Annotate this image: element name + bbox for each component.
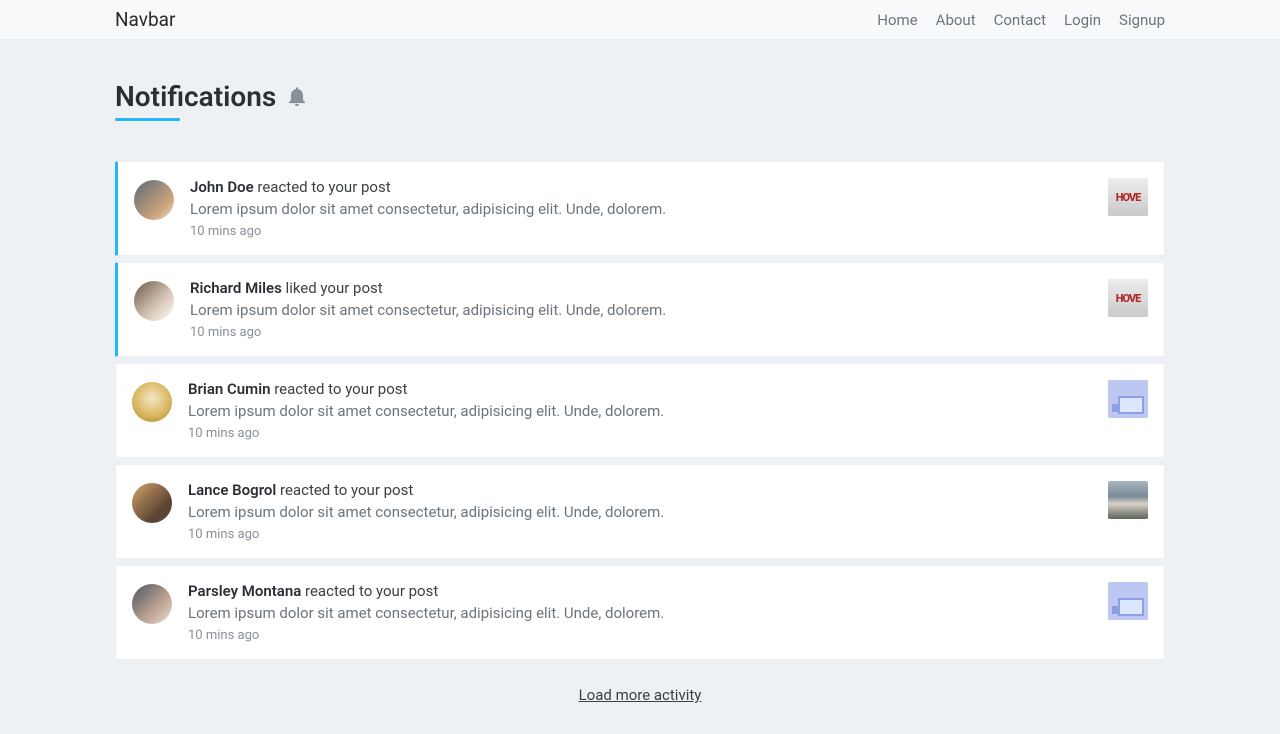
notification-item[interactable]: Richard Miles liked your post Lorem ipsu… bbox=[115, 262, 1165, 357]
notification-thumbnail bbox=[1108, 481, 1148, 519]
notification-thumbnail bbox=[1108, 582, 1148, 620]
notification-body: Brian Cumin reacted to your post Lorem i… bbox=[188, 380, 1092, 441]
notification-item[interactable]: John Doe reacted to your post Lorem ipsu… bbox=[115, 161, 1165, 256]
avatar bbox=[132, 382, 172, 422]
notification-thumbnail bbox=[1108, 178, 1148, 216]
notification-thumbnail bbox=[1108, 279, 1148, 317]
notification-user: Lance Bogrol bbox=[188, 481, 276, 499]
notification-action: reacted to your post bbox=[305, 582, 438, 600]
page-title-text: Notifications bbox=[115, 80, 276, 113]
navbar: Navbar Home About Contact Login Signup bbox=[0, 0, 1280, 40]
notification-title: John Doe reacted to your post bbox=[190, 178, 1092, 196]
load-more: Load more activity bbox=[115, 686, 1165, 704]
notification-body: Lance Bogrol reacted to your post Lorem … bbox=[188, 481, 1092, 542]
notification-action: reacted to your post bbox=[257, 178, 390, 196]
notification-item[interactable]: Parsley Montana reacted to your post Lor… bbox=[115, 565, 1165, 660]
notification-time: 10 mins ago bbox=[188, 527, 1092, 542]
notification-desc: Lorem ipsum dolor sit amet consectetur, … bbox=[188, 503, 1092, 521]
notification-user: Brian Cumin bbox=[188, 380, 270, 398]
notification-body: Parsley Montana reacted to your post Lor… bbox=[188, 582, 1092, 643]
notification-body: John Doe reacted to your post Lorem ipsu… bbox=[190, 178, 1092, 239]
nav-link-login[interactable]: Login bbox=[1064, 11, 1101, 29]
notification-user: John Doe bbox=[190, 178, 254, 196]
avatar bbox=[132, 483, 172, 523]
notification-title: Richard Miles liked your post bbox=[190, 279, 1092, 297]
nav-link-about[interactable]: About bbox=[936, 11, 976, 29]
notification-time: 10 mins ago bbox=[188, 628, 1092, 643]
avatar bbox=[132, 584, 172, 624]
notification-user: Parsley Montana bbox=[188, 582, 301, 600]
notification-time: 10 mins ago bbox=[190, 224, 1092, 239]
notification-time: 10 mins ago bbox=[188, 426, 1092, 441]
navbar-brand[interactable]: Navbar bbox=[115, 8, 175, 31]
notification-title: Lance Bogrol reacted to your post bbox=[188, 481, 1092, 499]
notification-body: Richard Miles liked your post Lorem ipsu… bbox=[190, 279, 1092, 340]
notification-desc: Lorem ipsum dolor sit amet consectetur, … bbox=[188, 604, 1092, 622]
notification-desc: Lorem ipsum dolor sit amet consectetur, … bbox=[190, 301, 1092, 319]
notification-thumbnail bbox=[1108, 380, 1148, 418]
load-more-link[interactable]: Load more activity bbox=[579, 686, 702, 704]
notification-desc: Lorem ipsum dolor sit amet consectetur, … bbox=[188, 402, 1092, 420]
notification-action: liked your post bbox=[286, 279, 383, 297]
notification-item[interactable]: Brian Cumin reacted to your post Lorem i… bbox=[115, 363, 1165, 458]
bell-icon bbox=[286, 86, 308, 108]
notification-user: Richard Miles bbox=[190, 279, 282, 297]
notification-item[interactable]: Lance Bogrol reacted to your post Lorem … bbox=[115, 464, 1165, 559]
avatar bbox=[134, 180, 174, 220]
notification-action: reacted to your post bbox=[280, 481, 413, 499]
avatar bbox=[134, 281, 174, 321]
nav-link-signup[interactable]: Signup bbox=[1119, 11, 1165, 29]
notification-desc: Lorem ipsum dolor sit amet consectetur, … bbox=[190, 200, 1092, 218]
notification-title: Brian Cumin reacted to your post bbox=[188, 380, 1092, 398]
notification-time: 10 mins ago bbox=[190, 325, 1092, 340]
navbar-links: Home About Contact Login Signup bbox=[877, 11, 1165, 29]
nav-link-contact[interactable]: Contact bbox=[994, 11, 1046, 29]
nav-link-home[interactable]: Home bbox=[877, 11, 917, 29]
page-title: Notifications bbox=[115, 80, 308, 121]
notification-title: Parsley Montana reacted to your post bbox=[188, 582, 1092, 600]
notification-list: John Doe reacted to your post Lorem ipsu… bbox=[115, 161, 1165, 660]
notification-action: reacted to your post bbox=[274, 380, 407, 398]
